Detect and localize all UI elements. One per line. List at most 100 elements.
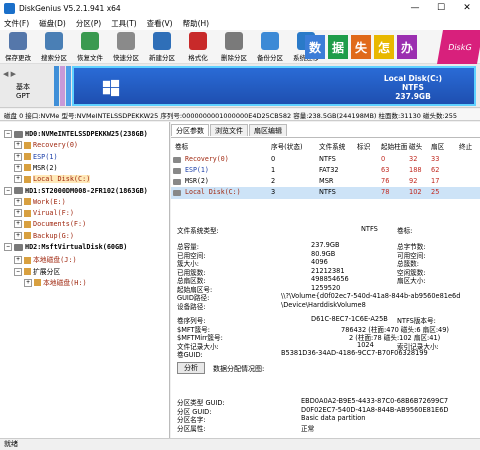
part-attr-value: 正常 [301,424,315,433]
toolbar-label: 快速分区 [113,54,139,62]
analyze-label: 数据分配情况图: [213,365,265,373]
tree-toggle-icon[interactable]: + [14,231,22,240]
partition-bar-recovery[interactable] [54,66,59,106]
partition-bar-msr[interactable] [66,66,71,106]
tree-node-label: HD1:ST2000DM008-2FR102(1863GB) [25,186,148,195]
partition-cell: 25 [431,188,440,196]
partition-icon [24,220,31,228]
tree-disk-node[interactable]: − HD0:NVMeINTELSSDPEKKW25(238GB) [4,130,148,138]
menu-item[interactable]: 工具(T) [111,18,136,29]
menu-item[interactable]: 分区(P) [76,18,101,29]
column-header[interactable]: 扇区 [431,141,444,151]
toolbar-button[interactable]: 快速分区 [108,30,144,64]
details-panel: 分区参数 浏览文件 扇区编辑 卷标 序号(状态) 文件系统 标识 起始柱面 磁头 扇区 终止 Re… [171,122,480,438]
part-name-value: Basic data partition [301,414,366,422]
disk-map: ◀ ▶ 基本 GPT Local Disk(C:) NTFS 237.9GB [0,64,480,108]
column-header[interactable]: 序号(状态) [271,141,303,151]
tree-toggle-icon[interactable]: + [14,163,22,172]
toolbar-button[interactable]: 保存更改 [0,30,36,64]
partition-row-icon [173,157,181,163]
column-header[interactable]: 起始柱面 [381,141,407,151]
toolbar-button[interactable]: 恢复文件 [72,30,108,64]
tree-toggle-icon[interactable]: + [14,209,22,218]
tab-2[interactable]: 扇区编辑 [249,124,287,136]
tab-0[interactable]: 分区参数 [171,124,209,136]
menu-item[interactable]: 磁盘(D) [39,18,66,29]
menu-item[interactable]: 查看(V) [147,18,173,29]
tree-toggle-icon[interactable]: − [4,243,12,251]
tree-disk-node[interactable]: − HD2:MsftVirtualDisk(60GB) [4,243,127,251]
tab-1[interactable]: 浏览文件 [210,124,248,136]
detail-value: 498854656 [311,275,349,283]
tree-toggle-icon[interactable]: + [14,256,22,265]
tree-partition-node[interactable]: + ESP(1) [14,152,58,161]
partition-cell: 76 [381,177,390,185]
column-header[interactable]: 卷标 [175,141,188,151]
partition-icon [24,268,31,276]
tree-partition-node[interactable]: + Recovery(0) [14,141,78,150]
app-logo-icon [4,2,15,14]
menu-item[interactable]: 帮助(H) [183,18,210,29]
detail-value: 21212381 [311,266,345,275]
partition-bar-c[interactable]: Local Disk(C:) NTFS 237.9GB [72,66,476,106]
tree-node-label: Virual(F:) [33,209,74,218]
tree-partition-node[interactable]: + MSR(2) [14,163,58,172]
column-header[interactable]: 文件系统 [319,141,345,151]
maximize-button[interactable]: ☐ [428,0,454,16]
partition-cell: 188 [409,166,422,174]
tree-toggle-icon[interactable]: + [24,278,32,287]
toolbar-button[interactable]: 新建分区 [144,30,180,64]
tree-node-label: HD2:MsftVirtualDisk(60GB) [25,243,128,251]
status-bar: 就绪 [0,438,480,450]
tree-toggle-icon[interactable]: + [14,197,22,206]
menu-item[interactable]: 文件(F) [4,18,29,29]
ad-banner[interactable]: DiskG 数据失怎办 [305,30,480,64]
partition-cell: FAT32 [319,166,339,174]
tree-partition-node[interactable]: + Virual(F:) [14,209,74,218]
partition-name-cell: ESP(1) [185,166,209,174]
tree-partition-node[interactable]: + 本地磁盘(J:) [14,254,77,265]
toolbar-button[interactable]: 搜索分区 [36,30,72,64]
quick-partition-icon [117,32,135,50]
tree-toggle-icon[interactable]: − [4,130,12,138]
tree-partition-node[interactable]: + 本地磁盘(H:) [24,277,87,287]
column-header[interactable]: 终止 [459,141,472,151]
fs-type-value: NTFS [361,225,378,233]
banner-char: 失 [351,35,371,59]
partition-bar-esp[interactable] [60,66,65,106]
toolbar-button[interactable]: 格式化 [180,30,216,64]
close-button[interactable]: ✕ [454,0,480,16]
minimize-button[interactable]: — [402,0,428,16]
banner-char: 数 [305,35,325,59]
guid-path-value: \\?\Volume{d0f02ec7-540d-41a8-844b-ab956… [281,292,461,300]
toolbar-label: 搜索分区 [41,54,67,62]
column-header[interactable]: 磁头 [409,141,422,151]
toolbar-button[interactable]: 删除分区 [216,30,252,64]
disk-type-label: 基本 GPT [4,74,42,100]
tree-toggle-icon[interactable]: + [14,175,22,184]
tree-toggle-icon[interactable]: + [14,220,22,229]
toolbar-button[interactable]: 备份分区 [252,30,288,64]
partition-name-cell: Recovery(0) [185,155,229,163]
partition-cell: 17 [431,177,440,185]
tree-toggle-icon[interactable]: − [14,267,22,276]
partition-row[interactable]: Local Disk(C:) 3 NTFS 78 102 25 [171,187,480,199]
part-attr-label: 分区属性: [177,424,206,433]
disk-icon [14,187,23,194]
disk-tree[interactable]: − HD0:NVMeINTELSSDPEKKW25(238GB) + Recovery… [0,122,170,438]
device-path-value: \Device\HarddiskVolume8 [281,300,366,309]
tree-disk-node[interactable]: − HD1:ST2000DM008-2FR102(1863GB) [4,186,148,195]
tree-partition-node[interactable]: + Documents(F:) [14,220,86,229]
tree-partition-node[interactable]: + Backup(G:) [14,231,74,240]
format-icon [189,32,207,50]
tree-partition-node[interactable]: − 扩展分区 [14,266,60,276]
partition-cell: 3 [271,188,276,196]
tree-toggle-icon[interactable]: + [14,141,22,150]
column-header[interactable]: 标识 [357,141,370,151]
tree-partition-node[interactable]: + Work(E:) [14,197,66,206]
analyze-button[interactable]: 分析 [177,362,205,374]
tree-toggle-icon[interactable]: − [4,186,12,195]
tree-toggle-icon[interactable]: + [14,152,22,161]
tree-partition-node[interactable]: + Local Disk(C:) [14,175,91,184]
windows-logo-icon [102,79,120,97]
